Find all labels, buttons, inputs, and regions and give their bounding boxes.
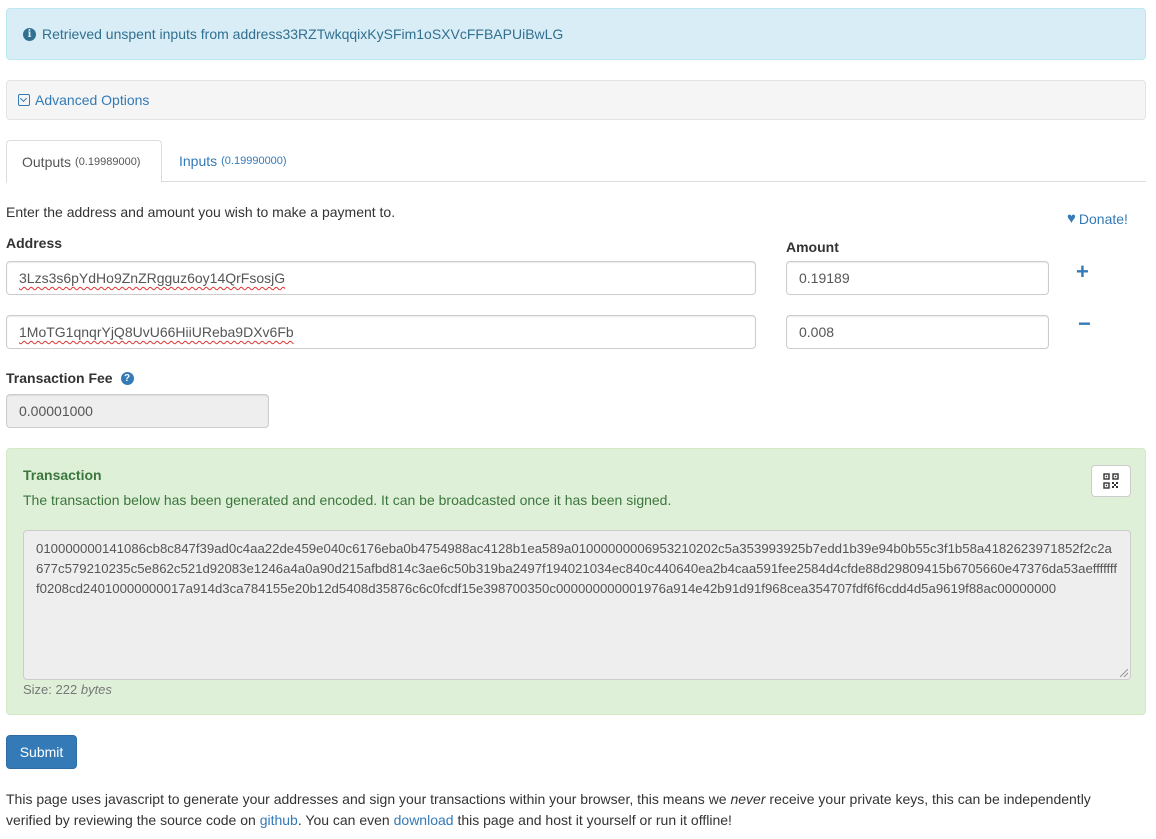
transaction-hex-textarea[interactable]: 010000000141086cb8c847f39ad0c4aa22de459e…	[23, 530, 1131, 680]
amount-label: Amount	[786, 239, 839, 255]
help-icon[interactable]: ?	[120, 371, 134, 385]
amount-input-2[interactable]: 0.008	[786, 315, 1049, 349]
tab-inputs-label: Inputs	[179, 153, 218, 169]
heart-icon: ♥	[1067, 210, 1076, 227]
footer-text: This page uses javascript to generate yo…	[6, 789, 1126, 831]
footer-part1: This page uses javascript to generate yo…	[6, 791, 731, 807]
add-output-button[interactable]: +	[1076, 261, 1089, 283]
transaction-fee-label: Transaction Fee	[6, 370, 113, 386]
github-link[interactable]: github	[260, 812, 298, 828]
alert-text-prefix: Retrieved unspent inputs from address	[42, 26, 283, 42]
submit-button[interactable]: Submit	[6, 735, 77, 769]
transaction-description: The transaction below has been generated…	[23, 492, 672, 508]
donate-label: Donate!	[1078, 210, 1128, 227]
address-input-1[interactable]: 3Lzs3s6pYdHo9ZnZRgguz6oy14QrFsosjG	[6, 261, 756, 295]
tab-bar: Outputs (0.19989000) Inputs (0.19990000)	[6, 140, 1146, 183]
address-input-1-value: 3Lzs3s6pYdHo9ZnZRgguz6oy14QrFsosjG	[19, 270, 286, 286]
tab-outputs-amount: (0.19989000)	[75, 155, 141, 168]
advanced-options-panel: Advanced Options	[6, 80, 1146, 120]
download-link[interactable]: download	[394, 812, 454, 828]
info-alert: i Retrieved unspent inputs from address …	[6, 8, 1146, 60]
tab-outputs[interactable]: Outputs (0.19989000)	[6, 140, 162, 183]
address-input-2-value: 1MoTG1qnqrYjQ8UvU66HiiUReba9DXv6Fb	[19, 324, 294, 340]
transaction-size-label: Size:	[23, 682, 56, 697]
transaction-fee-value: 0.00001000	[19, 403, 93, 419]
amount-input-1-value: 0.19189	[799, 270, 850, 286]
transaction-size-value: 222	[55, 682, 78, 697]
transaction-panel: Transaction The transaction below has be…	[6, 448, 1146, 715]
footer-part4: this page and host it yourself or run it…	[453, 812, 732, 828]
resize-handle[interactable]	[1120, 669, 1128, 677]
donate-link[interactable]: ♥ Donate!	[1067, 210, 1128, 227]
address-input-2[interactable]: 1MoTG1qnqrYjQ8UvU66HiiUReba9DXv6Fb	[6, 315, 756, 349]
transaction-size: Size: 222 bytes	[23, 682, 112, 697]
tab-inputs[interactable]: Inputs (0.19990000)	[164, 140, 302, 182]
transaction-title: Transaction	[23, 467, 102, 483]
qr-code-button[interactable]	[1091, 465, 1131, 497]
footer-part3: . You can even	[297, 812, 394, 828]
tab-inputs-amount: (0.19990000)	[221, 155, 287, 167]
info-icon: i	[23, 27, 36, 41]
footer-never: never	[730, 791, 766, 807]
transaction-size-unit: bytes	[80, 682, 112, 697]
amount-input-2-value: 0.008	[799, 324, 835, 340]
qr-code-icon	[1103, 473, 1119, 489]
tab-outputs-label: Outputs	[22, 153, 72, 170]
alert-address: 33RZTwkqqixKySFim1oSXVcFFBAPUiBwLG	[282, 26, 564, 42]
address-label: Address	[6, 235, 63, 251]
remove-output-button[interactable]: −	[1078, 313, 1091, 335]
instruction-text: Enter the address and amount you wish to…	[6, 204, 396, 220]
transaction-fee-label-row: Transaction Fee ?	[6, 370, 134, 386]
amount-input-1[interactable]: 0.19189	[786, 261, 1049, 295]
advanced-options-toggle[interactable]: Advanced Options	[18, 92, 149, 108]
advanced-options-label: Advanced Options	[35, 92, 150, 108]
transaction-fee-input[interactable]: 0.00001000	[6, 394, 269, 428]
chevron-down-icon	[18, 94, 30, 106]
transaction-hex: 010000000141086cb8c847f39ad0c4aa22de459e…	[36, 541, 1118, 596]
